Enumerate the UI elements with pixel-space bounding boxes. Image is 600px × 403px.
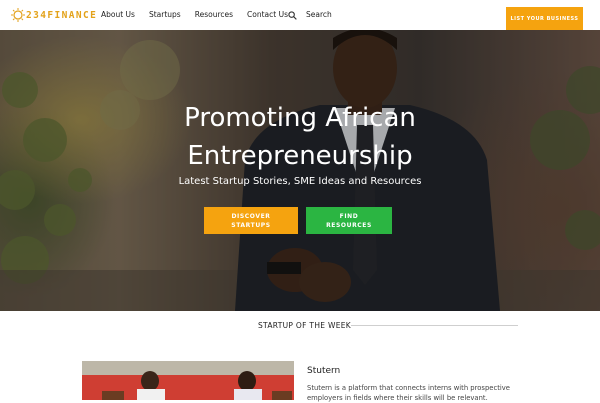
section-title: STARTUP OF THE WEEK [258,321,351,330]
discover-startups-label: DISCOVER STARTUPS [231,212,271,229]
nav-resources[interactable]: Resources [195,10,233,19]
nav-about-us[interactable]: About Us [101,10,135,19]
search-icon[interactable] [288,11,297,20]
find-resources-label: FIND RESOURCES [326,212,372,229]
discover-startups-button[interactable]: DISCOVER STARTUPS [204,207,298,234]
site-header: 234FINANCE About Us Startups Resources C… [0,0,600,31]
logo-sun-icon [11,8,25,22]
startup-card-image[interactable] [82,361,294,400]
hero-subtitle: Latest Startup Stories, SME Ideas and Re… [178,176,422,187]
startup-photo [82,361,294,400]
nav-contact-us[interactable]: Contact Us [247,10,288,19]
hero-title: Promoting African Entrepreneurship [0,99,600,175]
nav-startups[interactable]: Startups [149,10,181,19]
hero-title-line-1: Promoting African [184,103,416,133]
search-input[interactable]: Search [306,10,332,19]
site-logo[interactable]: 234FINANCE [11,7,97,23]
startup-card-description: Stutern is a platform that connects inte… [307,384,510,402]
main-nav: About Us Startups Resources Contact Us [101,10,302,19]
section-divider [351,325,518,326]
hero-banner: Promoting African Entrepreneurship Lates… [0,30,600,311]
hero-title-line-2: Entrepreneurship [187,141,413,171]
list-your-business-button[interactable]: LIST YOUR BUSINESS [506,7,583,31]
find-resources-button[interactable]: FIND RESOURCES [306,207,392,234]
startup-card-title[interactable]: Stutern [307,366,340,376]
logo-text: 234FINANCE [26,9,98,21]
